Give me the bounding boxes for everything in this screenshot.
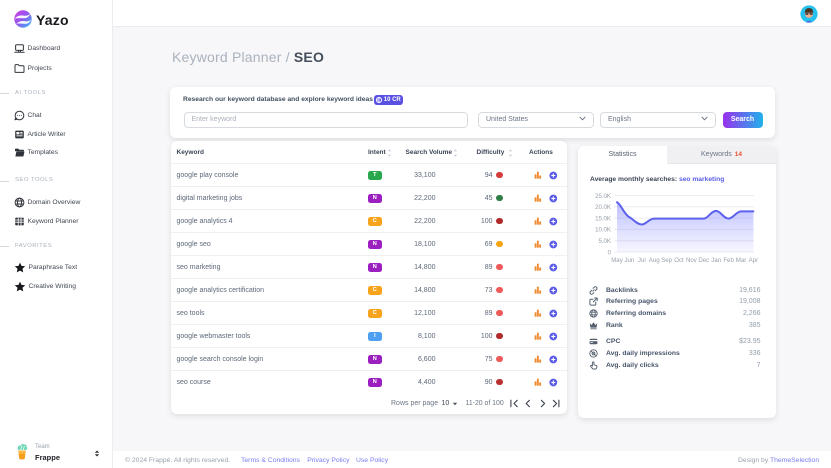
svg-text:20.0K: 20.0K [595, 204, 611, 211]
svg-text:Sep: Sep [661, 257, 672, 264]
svg-text:Jan: Jan [711, 257, 721, 264]
svg-text:Jul: Jul [638, 257, 646, 264]
svg-text:10.0K: 10.0K [595, 227, 611, 234]
svg-text:Jun: Jun [624, 257, 634, 264]
svg-text:0: 0 [608, 249, 612, 256]
svg-text:Apr: Apr [749, 257, 758, 264]
svg-text:5.0K: 5.0K [598, 238, 611, 245]
svg-text:May: May [611, 257, 623, 264]
svg-text:Nov: Nov [686, 257, 698, 264]
svg-text:Feb: Feb [723, 257, 734, 264]
svg-text:Dec: Dec [698, 257, 709, 264]
svg-text:Mar: Mar [736, 257, 747, 264]
svg-text:Oct: Oct [674, 257, 684, 264]
svg-text:15.0K: 15.0K [595, 215, 611, 222]
svg-text:Aug: Aug [649, 257, 660, 264]
svg-text:25.0K: 25.0K [595, 193, 611, 200]
